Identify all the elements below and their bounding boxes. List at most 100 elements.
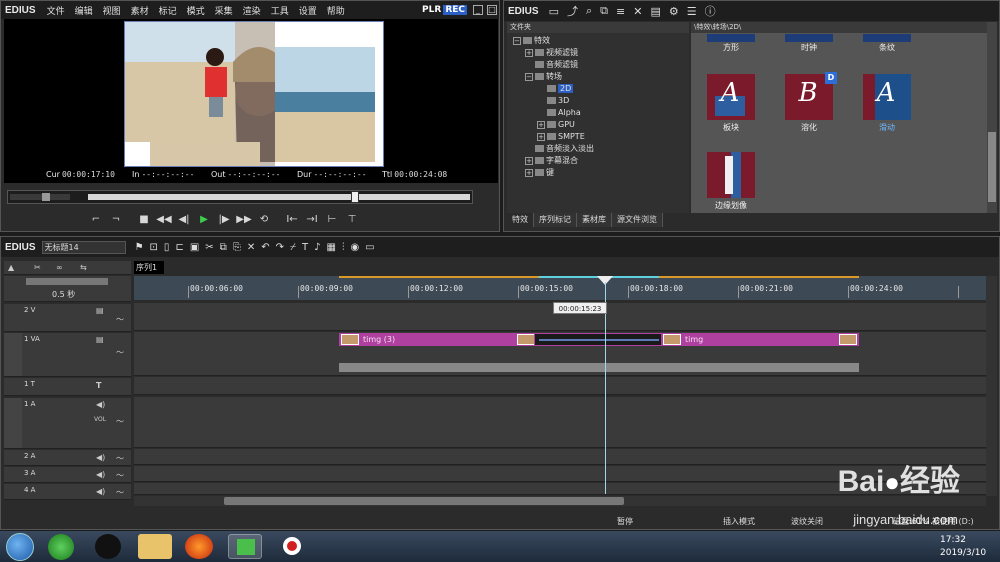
speaker-icon[interactable]: ◀) xyxy=(96,400,105,409)
loop-icon[interactable]: ⟲ xyxy=(255,212,273,228)
tree-item-alpha[interactable]: Alpha xyxy=(547,107,581,118)
delete-icon[interactable]: ✕ xyxy=(247,242,255,253)
cut-icon[interactable]: ✂ xyxy=(205,242,213,253)
tree-item-audio-filters[interactable]: 音频滤镜 xyxy=(535,59,578,70)
rewind-icon[interactable]: ◀◀ xyxy=(155,212,173,228)
track-expand-icon[interactable]: 〜 xyxy=(116,347,124,358)
open-icon[interactable]: ⊏ xyxy=(175,242,183,253)
thumb-board[interactable]: A xyxy=(707,74,755,120)
menu-tools[interactable]: 工具 xyxy=(266,4,294,17)
record-icon[interactable]: ◉ xyxy=(350,242,359,253)
rec-toggle[interactable]: REC xyxy=(443,5,467,15)
paste-icon[interactable]: ⎘ xyxy=(233,242,241,253)
tab-effects[interactable]: 特效 xyxy=(507,213,534,227)
track-expand-icon[interactable]: 〜 xyxy=(116,314,124,325)
menu-view[interactable]: 视图 xyxy=(98,4,126,17)
menu-settings[interactable]: 设置 xyxy=(294,4,322,17)
play-icon[interactable]: ▶ xyxy=(195,212,213,228)
clock-time[interactable]: 17:32 xyxy=(940,535,966,545)
minimize-icon[interactable]: _ xyxy=(473,5,483,15)
timeline-vscroll[interactable] xyxy=(986,276,997,496)
timeline-ruler[interactable]: 00:00:06:00 00:00:09:00 00:00:12:00 00:0… xyxy=(134,276,986,300)
new-icon[interactable]: ▯ xyxy=(164,242,170,253)
speaker-icon[interactable]: ◀) xyxy=(96,470,105,479)
track-row-1a[interactable] xyxy=(134,397,986,448)
plr-toggle[interactable]: PLR xyxy=(422,5,441,15)
menu-capture[interactable]: 采集 xyxy=(210,4,238,17)
tab-bin[interactable]: 素材库 xyxy=(577,213,612,227)
track-expand-icon[interactable]: 〜 xyxy=(116,453,124,464)
set-in-icon[interactable]: ⌐ xyxy=(87,212,105,228)
properties-icon[interactable]: ≡ xyxy=(616,5,625,18)
delete-icon[interactable]: ✕ xyxy=(633,5,642,18)
zoom-slider[interactable] xyxy=(26,278,108,285)
tab-source-browser[interactable]: 源文件浏览 xyxy=(612,213,663,227)
audio-waveform-bar[interactable] xyxy=(339,363,859,372)
up-folder-icon[interactable]: ⤴ xyxy=(567,3,578,19)
project-name[interactable]: 无标题14 xyxy=(41,240,126,254)
hscroll-thumb[interactable] xyxy=(224,497,624,505)
info-icon[interactable]: ⓘ xyxy=(705,3,716,19)
track-row-1t[interactable] xyxy=(134,377,986,395)
tree-item-title-mix[interactable]: + 字幕混合 xyxy=(525,155,578,166)
thumb-edge-wipe[interactable] xyxy=(707,152,755,198)
redo-icon[interactable]: ↷ xyxy=(276,242,284,253)
tree-item-gpu[interactable]: + GPU xyxy=(537,119,575,130)
qq-icon[interactable] xyxy=(95,534,121,559)
track-4a[interactable]: 4 A ◀) 〜 xyxy=(4,484,131,500)
trim-icon[interactable]: ⊢ xyxy=(323,212,341,228)
track-expand-icon[interactable]: 〜 xyxy=(116,470,124,481)
menu-clip[interactable]: 素材 xyxy=(126,4,154,17)
magnet-icon[interactable]: ✂ xyxy=(34,263,41,272)
undo-icon[interactable]: ↶ xyxy=(261,242,269,253)
track-video-icon[interactable]: ▤ xyxy=(96,306,104,315)
menu-render[interactable]: 渲染 xyxy=(238,4,266,17)
status-insert-mode[interactable]: 插入模式 xyxy=(723,516,755,527)
output-icon[interactable]: ⊤ xyxy=(343,212,361,228)
tree-item-smpte[interactable]: + SMPTE xyxy=(537,131,585,142)
render-icon[interactable]: ▦ xyxy=(326,242,335,253)
sequence-tab[interactable]: 序列1 xyxy=(134,261,164,274)
record-app-icon[interactable] xyxy=(275,534,309,559)
tree-item-keys[interactable]: + 键 xyxy=(525,167,554,178)
status-ripple[interactable]: 波纹关闭 xyxy=(791,516,823,527)
menu-edit[interactable]: 编辑 xyxy=(70,4,98,17)
speaker-icon[interactable]: ◀) xyxy=(96,453,105,462)
video-icon[interactable]: ▲ xyxy=(8,263,14,272)
track-expand-icon[interactable]: 〜 xyxy=(116,416,124,427)
tree-item-2d[interactable]: 2D xyxy=(547,83,574,94)
tree-item-video-filters[interactable]: + 视频滤镜 xyxy=(525,47,578,58)
insert-icon[interactable]: I← xyxy=(283,212,301,228)
menu-file[interactable]: 文件 xyxy=(42,4,70,17)
set-out-icon[interactable]: ¬ xyxy=(107,212,125,228)
title-track-icon[interactable]: T xyxy=(96,381,101,390)
position-slider[interactable] xyxy=(7,190,473,204)
tree-item-effects[interactable]: − 特效 xyxy=(513,35,550,46)
thumb-partial-1[interactable] xyxy=(707,34,755,42)
thumb-dissolve[interactable]: B D xyxy=(785,72,837,120)
track-2v[interactable]: 2 V ▤ 〜 xyxy=(4,304,131,332)
search-icon[interactable]: ⌕ xyxy=(586,4,592,18)
explorer-icon[interactable] xyxy=(138,534,172,559)
tree-item-transitions[interactable]: − 转场 xyxy=(525,71,562,82)
list-icon[interactable]: ☰ xyxy=(687,5,697,18)
track-row-1va[interactable]: timg (3) timg xyxy=(134,332,986,376)
track-1t[interactable]: 1 T T xyxy=(4,378,131,396)
app-360-icon[interactable] xyxy=(48,534,74,560)
layout-icon[interactable]: ▭ xyxy=(365,242,374,253)
track-1a[interactable]: 1 A ◀) VOL 〜 xyxy=(4,398,131,449)
tree-item-audio-fade[interactable]: 音频淡入淡出 xyxy=(535,143,594,154)
track-3a[interactable]: 3 A ◀) 〜 xyxy=(4,467,131,483)
step-forward-icon[interactable]: |▶ xyxy=(215,212,233,228)
shuttle-bar[interactable] xyxy=(10,194,70,200)
clip-timg[interactable]: timg xyxy=(661,333,859,346)
step-back-icon[interactable]: ◀| xyxy=(175,212,193,228)
copy-icon[interactable]: ⧉ xyxy=(600,4,608,18)
thumb-partial-2[interactable] xyxy=(785,34,833,42)
link-icon[interactable]: ∞ xyxy=(56,263,63,272)
view-icon[interactable]: ▤ xyxy=(650,5,660,18)
split-icon[interactable]: ⌿ xyxy=(290,242,296,253)
position-track[interactable] xyxy=(88,194,470,200)
title-icon[interactable]: T xyxy=(302,242,308,253)
fast-forward-icon[interactable]: ▶▶ xyxy=(235,212,253,228)
